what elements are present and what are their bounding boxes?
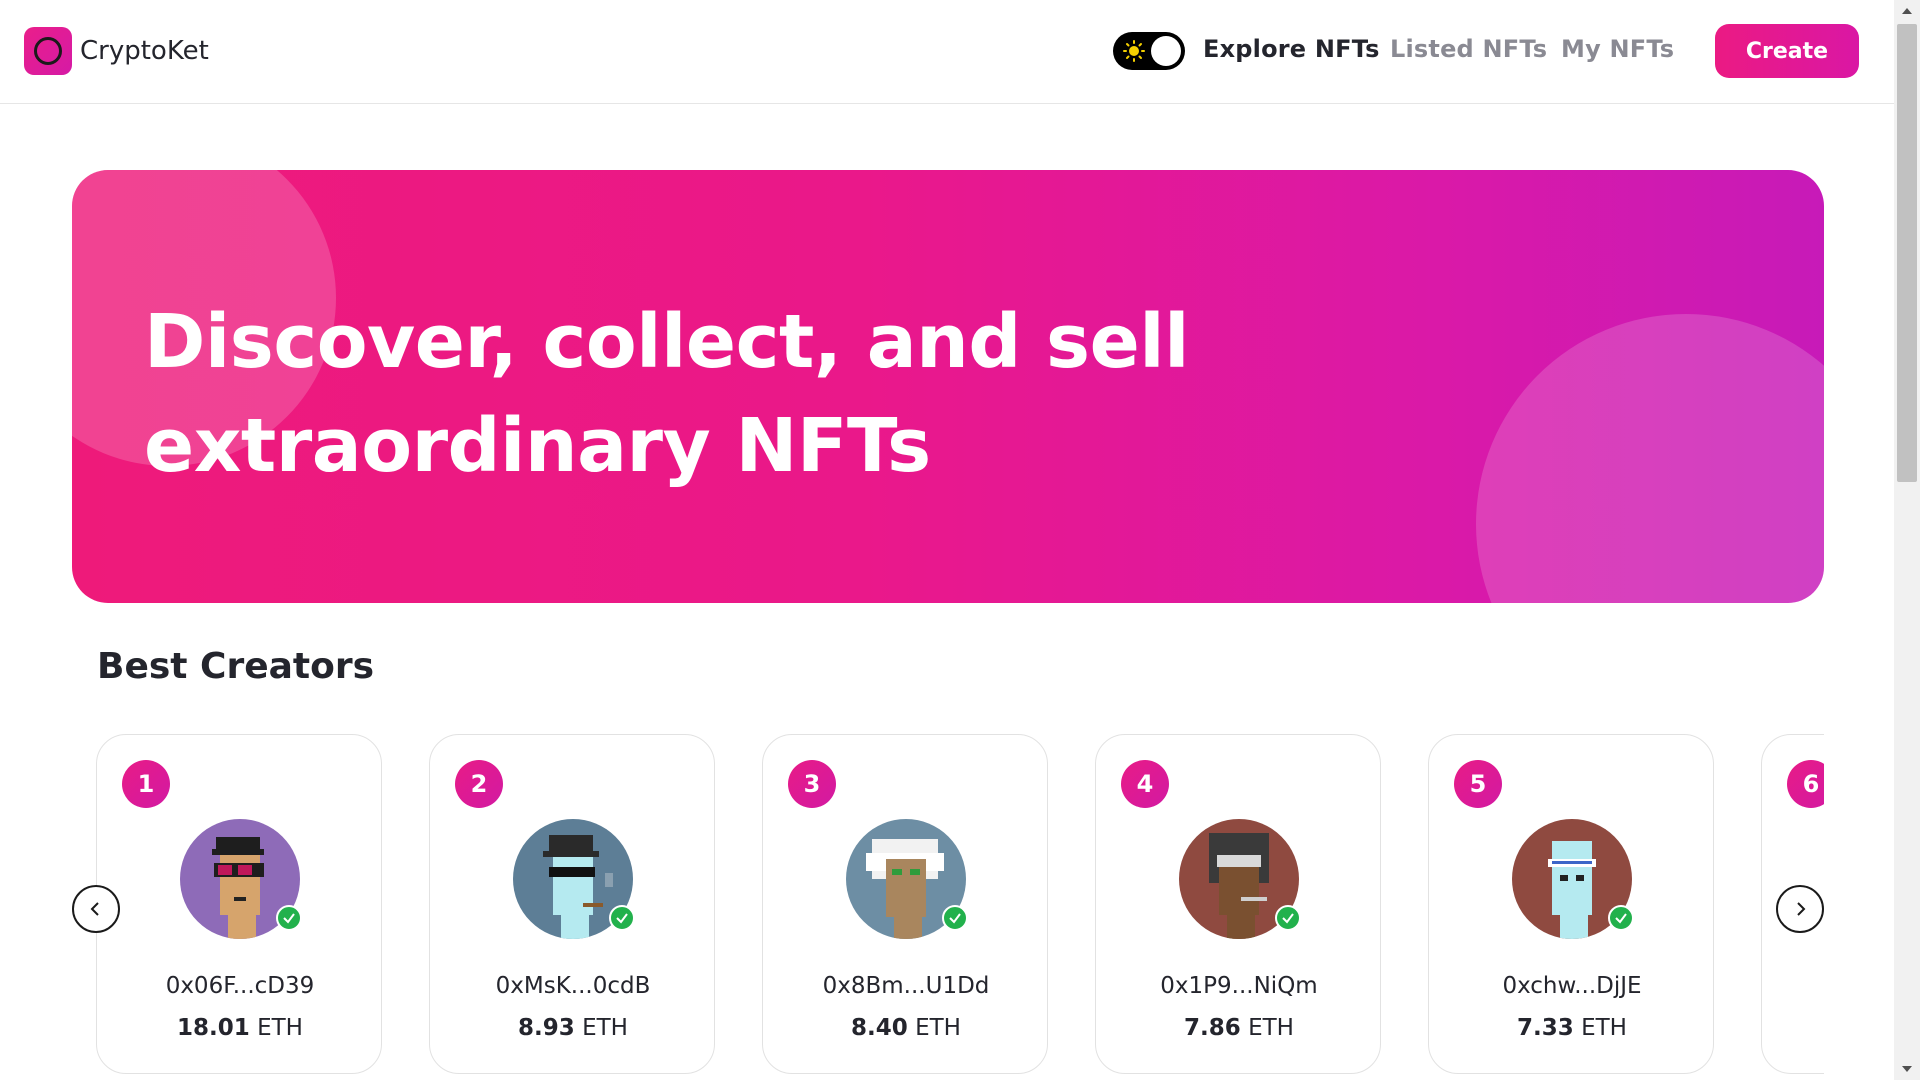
creator-card[interactable]: 1 0x06F...cD39 18.01 ETH — [96, 734, 382, 1074]
toggle-knob — [1151, 36, 1181, 66]
verified-check-icon — [1608, 905, 1634, 931]
earnings-amount: 7.86 — [1184, 1015, 1241, 1041]
hero-title-line-1: Discover, collect, and sell — [144, 299, 1190, 385]
verified-check-icon — [942, 905, 968, 931]
scrollbar-thumb[interactable] — [1897, 24, 1917, 482]
earnings-amount: 8.93 — [518, 1015, 575, 1041]
rank-badge: 6 — [1787, 760, 1824, 808]
scroll-up-arrow-icon[interactable] — [1894, 0, 1920, 22]
creator-earnings: 8.40 ETH — [763, 1015, 1049, 1041]
verified-check-icon — [276, 905, 302, 931]
hero-title: Discover, collect, and sell extraordinar… — [144, 290, 1444, 498]
creator-address: 0xchw...DjJE — [1502, 973, 1642, 999]
rank-badge: 4 — [1121, 760, 1169, 808]
creator-address: 0xMsK...0cdB — [495, 973, 651, 999]
creator-card[interactable]: 4 0x1P9...NiQm 7.86 ETH — [1095, 734, 1381, 1074]
rank-badge: 3 — [788, 760, 836, 808]
hero-banner: Discover, collect, and sell extraordinar… — [72, 170, 1824, 603]
page-scrollbar[interactable] — [1894, 0, 1920, 1080]
chevron-left-icon — [90, 902, 99, 916]
earnings-amount: 8.40 — [851, 1015, 908, 1041]
earnings-unit: ETH — [1581, 1015, 1627, 1041]
creator-card[interactable]: 5 0xchw...DjJE 7.33 ETH — [1428, 734, 1714, 1074]
rank-badge: 2 — [455, 760, 503, 808]
hero-decor-circle — [1476, 314, 1824, 603]
avatar — [1512, 819, 1634, 939]
brand-name: CryptoKet — [80, 36, 209, 66]
creator-earnings: 18.01 ETH — [97, 1015, 383, 1041]
chevron-right-icon — [1797, 902, 1806, 916]
verified-check-icon — [1275, 905, 1301, 931]
theme-toggle[interactable] — [1113, 32, 1185, 70]
rank-badge: 5 — [1454, 760, 1502, 808]
earnings-unit: ETH — [257, 1015, 303, 1041]
nav-listed-nfts[interactable]: Listed NFTs — [1390, 35, 1547, 63]
nav-explore-nfts[interactable]: Explore NFTs — [1203, 35, 1380, 63]
creator-address: 0x06F...cD39 — [165, 973, 315, 999]
earnings-amount: 18.01 — [177, 1015, 250, 1041]
avatar — [846, 819, 968, 939]
creator-address: 0x1P9...NiQm — [1160, 973, 1318, 999]
earnings-unit: ETH — [1248, 1015, 1294, 1041]
avatar — [180, 819, 302, 939]
creators-carousel: 1 0x06F...cD39 18.01 ETH 2 0xMsK...0cdB … — [96, 734, 1824, 1080]
creator-earnings: 8.93 ETH — [430, 1015, 716, 1041]
carousel-prev-button[interactable] — [72, 885, 120, 933]
navbar: CryptoKet Explore NFTs Listed NFTs My NF… — [0, 0, 1894, 104]
hero-title-line-2: extraordinary NFTs — [144, 403, 931, 489]
scroll-down-arrow-icon[interactable] — [1894, 1058, 1920, 1080]
creator-earnings: 7.33 ETH — [1429, 1015, 1715, 1041]
nav-my-nfts[interactable]: My NFTs — [1561, 35, 1674, 63]
creator-address: 0x8Bm...U1Dd — [822, 973, 990, 999]
sun-icon — [1123, 40, 1145, 62]
avatar — [513, 819, 635, 939]
app-viewport: CryptoKet Explore NFTs Listed NFTs My NF… — [0, 0, 1920, 1080]
brand[interactable]: CryptoKet — [24, 27, 209, 75]
verified-check-icon — [609, 905, 635, 931]
creator-card[interactable]: 2 0xMsK...0cdB 8.93 ETH — [429, 734, 715, 1074]
rank-badge: 1 — [122, 760, 170, 808]
earnings-amount: 7.33 — [1517, 1015, 1574, 1041]
creator-card[interactable]: 3 0x8Bm...U1Dd 8.40 ETH — [762, 734, 1048, 1074]
creator-earnings: 7.86 ETH — [1096, 1015, 1382, 1041]
best-creators-title: Best Creators — [97, 646, 375, 687]
earnings-unit: ETH — [582, 1015, 628, 1041]
carousel-next-button[interactable] — [1776, 885, 1824, 933]
create-button[interactable]: Create — [1715, 24, 1859, 78]
brand-logo-icon — [24, 27, 72, 75]
avatar — [1179, 819, 1301, 939]
earnings-unit: ETH — [915, 1015, 961, 1041]
